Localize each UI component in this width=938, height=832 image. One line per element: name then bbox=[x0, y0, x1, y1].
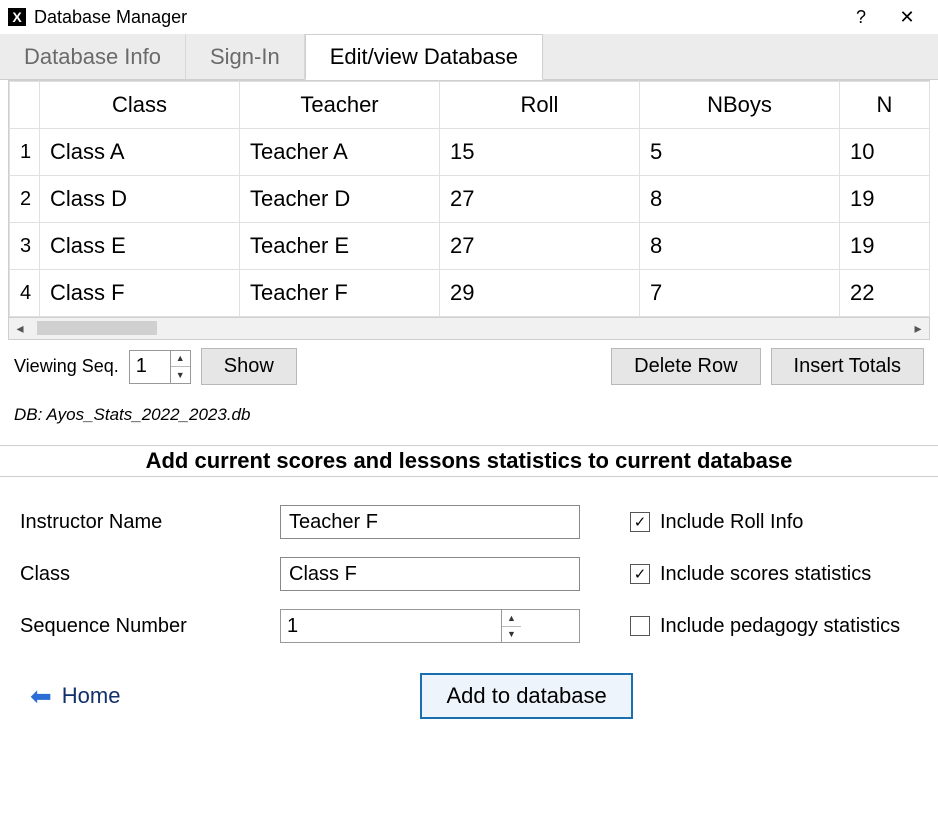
table-row[interactable]: 4 Class F Teacher F 29 7 22 bbox=[10, 270, 930, 317]
cell[interactable]: 8 bbox=[640, 176, 840, 223]
home-label: Home bbox=[62, 683, 121, 709]
data-table[interactable]: Class Teacher Roll NBoys N 1 Class A Tea… bbox=[9, 81, 930, 317]
cell[interactable]: Teacher F bbox=[240, 270, 440, 317]
cell[interactable]: 29 bbox=[440, 270, 640, 317]
delete-row-button[interactable]: Delete Row bbox=[611, 348, 760, 385]
col-n-truncated[interactable]: N bbox=[840, 82, 930, 129]
cell[interactable]: 19 bbox=[840, 176, 930, 223]
include-pedagogy-checkbox[interactable]: Include pedagogy statistics bbox=[630, 615, 938, 638]
viewing-seq-label: Viewing Seq. bbox=[14, 356, 119, 377]
include-roll-checkbox[interactable]: ✓ Include Roll Info bbox=[630, 511, 938, 534]
cell[interactable]: 22 bbox=[840, 270, 930, 317]
show-button[interactable]: Show bbox=[201, 348, 297, 385]
checkbox-icon[interactable]: ✓ bbox=[630, 564, 650, 584]
tab-sign-in[interactable]: Sign-In bbox=[186, 34, 305, 79]
cell[interactable]: 27 bbox=[440, 176, 640, 223]
window-title: Database Manager bbox=[34, 7, 187, 28]
row-index: 2 bbox=[10, 176, 40, 223]
stepper-down-icon[interactable]: ▼ bbox=[171, 367, 190, 383]
cell[interactable]: 10 bbox=[840, 129, 930, 176]
scroll-left-icon[interactable]: ◂ bbox=[9, 320, 31, 337]
bottom-row: ⬅ Home Add to database bbox=[0, 663, 938, 729]
viewing-seq-input[interactable] bbox=[130, 351, 170, 383]
close-button[interactable]: ✕ bbox=[884, 0, 930, 34]
tab-edit-view-database[interactable]: Edit/view Database bbox=[305, 34, 543, 80]
cell[interactable]: 27 bbox=[440, 223, 640, 270]
table-header-row: Class Teacher Roll NBoys N bbox=[10, 82, 930, 129]
help-button[interactable]: ? bbox=[838, 0, 884, 34]
home-link[interactable]: ⬅ Home bbox=[30, 681, 120, 712]
include-scores-checkbox[interactable]: ✓ Include scores statistics bbox=[630, 563, 938, 586]
row-index: 1 bbox=[10, 129, 40, 176]
instructor-name-input[interactable] bbox=[280, 505, 580, 539]
insert-totals-button[interactable]: Insert Totals bbox=[771, 348, 924, 385]
titlebar: X Database Manager ? ✕ bbox=[0, 0, 938, 34]
cell[interactable]: Teacher D bbox=[240, 176, 440, 223]
add-stats-form: Instructor Name ✓ Include Roll Info Clas… bbox=[0, 477, 938, 663]
sequence-number-label: Sequence Number bbox=[20, 615, 230, 638]
table-row[interactable]: 3 Class E Teacher E 27 8 19 bbox=[10, 223, 930, 270]
table-row[interactable]: 1 Class A Teacher A 15 5 10 bbox=[10, 129, 930, 176]
db-path-label: DB: Ayos_Stats_2022_2023.db bbox=[0, 393, 938, 445]
cell[interactable]: Class F bbox=[40, 270, 240, 317]
row-index: 4 bbox=[10, 270, 40, 317]
section-header: Add current scores and lessons statistic… bbox=[146, 448, 793, 473]
row-index: 3 bbox=[10, 223, 40, 270]
include-pedagogy-label: Include pedagogy statistics bbox=[660, 615, 900, 638]
cell[interactable]: Teacher A bbox=[240, 129, 440, 176]
checkbox-icon[interactable] bbox=[630, 616, 650, 636]
viewing-seq-stepper[interactable]: ▲ ▼ bbox=[129, 350, 191, 384]
cell[interactable]: Teacher E bbox=[240, 223, 440, 270]
app-icon: X bbox=[8, 8, 26, 26]
cell[interactable]: 7 bbox=[640, 270, 840, 317]
stepper-up-icon[interactable]: ▲ bbox=[171, 351, 190, 368]
cell[interactable]: 8 bbox=[640, 223, 840, 270]
col-class[interactable]: Class bbox=[40, 82, 240, 129]
table-row[interactable]: 2 Class D Teacher D 27 8 19 bbox=[10, 176, 930, 223]
horizontal-scrollbar[interactable]: ◂ ▸ bbox=[8, 318, 930, 340]
col-roll[interactable]: Roll bbox=[440, 82, 640, 129]
cell[interactable]: Class A bbox=[40, 129, 240, 176]
tab-database-info[interactable]: Database Info bbox=[0, 34, 186, 79]
tab-bar: Database Info Sign-In Edit/view Database bbox=[0, 34, 938, 80]
cell[interactable]: Class D bbox=[40, 176, 240, 223]
stepper-down-icon[interactable]: ▼ bbox=[502, 627, 521, 643]
add-to-database-button[interactable]: Add to database bbox=[420, 673, 632, 719]
class-input[interactable] bbox=[280, 557, 580, 591]
col-teacher[interactable]: Teacher bbox=[240, 82, 440, 129]
table-toolbar: Viewing Seq. ▲ ▼ Show Delete Row Insert … bbox=[0, 340, 938, 393]
cell[interactable]: 5 bbox=[640, 129, 840, 176]
scroll-right-icon[interactable]: ▸ bbox=[907, 320, 929, 337]
table-corner bbox=[10, 82, 40, 129]
section-header-wrap: Add current scores and lessons statistic… bbox=[0, 445, 938, 477]
stepper-up-icon[interactable]: ▲ bbox=[502, 610, 521, 627]
class-label: Class bbox=[20, 563, 230, 586]
back-arrow-icon: ⬅ bbox=[30, 681, 52, 712]
scroll-thumb[interactable] bbox=[37, 321, 157, 335]
include-roll-label: Include Roll Info bbox=[660, 511, 803, 534]
cell[interactable]: 19 bbox=[840, 223, 930, 270]
checkbox-icon[interactable]: ✓ bbox=[630, 512, 650, 532]
cell[interactable]: Class E bbox=[40, 223, 240, 270]
instructor-name-label: Instructor Name bbox=[20, 511, 230, 534]
data-table-wrap: Class Teacher Roll NBoys N 1 Class A Tea… bbox=[8, 80, 930, 318]
sequence-number-stepper[interactable]: ▲ ▼ bbox=[280, 609, 580, 643]
cell[interactable]: 15 bbox=[440, 129, 640, 176]
include-scores-label: Include scores statistics bbox=[660, 563, 871, 586]
col-nboys[interactable]: NBoys bbox=[640, 82, 840, 129]
sequence-number-input[interactable] bbox=[281, 610, 501, 642]
